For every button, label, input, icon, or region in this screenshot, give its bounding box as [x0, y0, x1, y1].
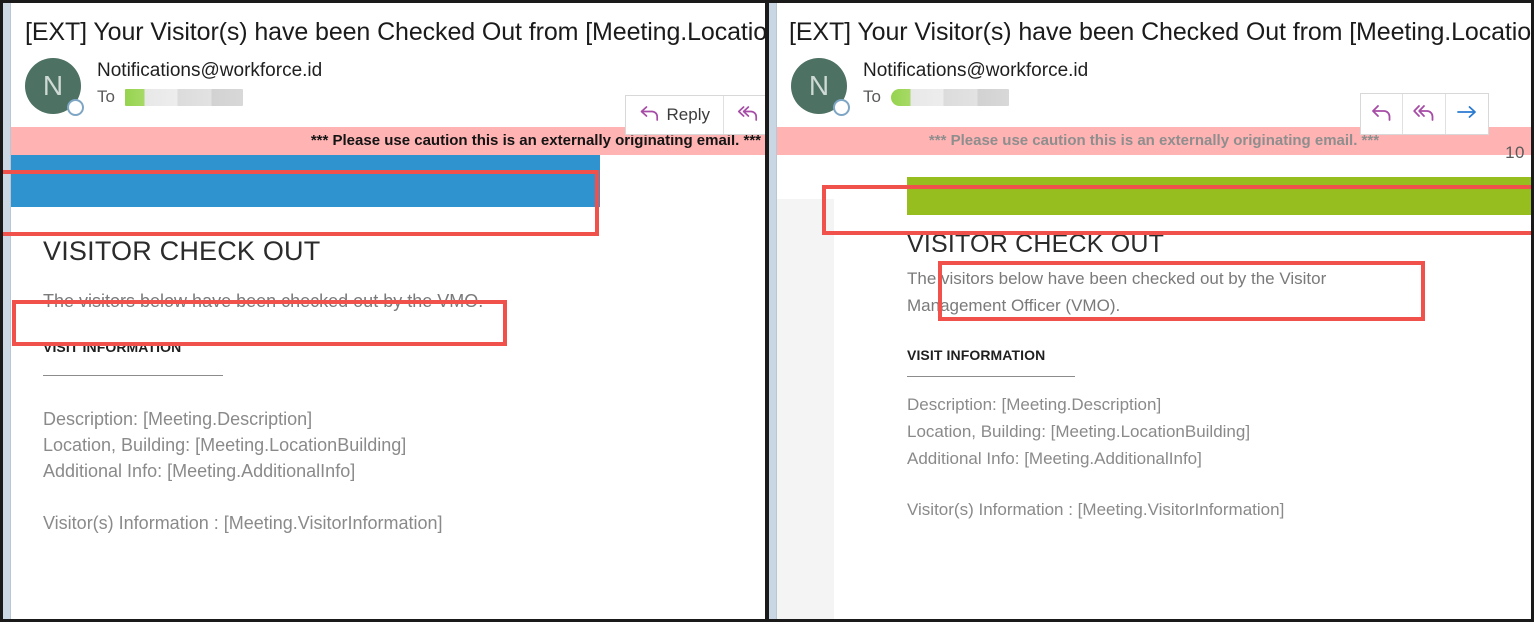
reply-icon [639, 104, 660, 127]
email-subject: [EXT] Your Visitor(s) have been Checked … [25, 18, 765, 46]
scrollbar-right[interactable] [769, 3, 777, 619]
field-location-building: Location, Building: [Meeting.LocationBui… [907, 422, 1251, 441]
section-title-visit-information: VISIT INFORMATION [43, 339, 182, 355]
sender-address[interactable]: Notifications@workforce.id [97, 59, 322, 83]
reply-icon [1370, 102, 1393, 127]
field-additional-info: Additional Info: [Meeting.AdditionalInfo… [43, 461, 356, 481]
reply-button-cluster [1360, 93, 1489, 135]
recipient-redacted-chip[interactable] [890, 88, 1009, 106]
presence-icon [833, 99, 850, 116]
lede-text: The visitors below have been checked out… [907, 269, 1327, 315]
field-description: Description: [Meeting.Description] [907, 395, 1162, 414]
reply-all-button[interactable] [724, 96, 765, 134]
email-content-left: VISITOR CHECK OUT The visitors below hav… [11, 207, 765, 536]
field-additional-info: Additional Info: [Meeting.AdditionalInfo… [907, 449, 1202, 468]
comparison-stage: [EXT] Your Visitor(s) have been Checked … [0, 0, 1534, 622]
to-label: To [863, 87, 881, 106]
visit-field-list: Description: [Meeting.Description] Locat… [907, 377, 1531, 472]
panel-inner-right: [EXT] Your Visitor(s) have been Checked … [777, 3, 1531, 619]
to-label: To [97, 87, 115, 106]
reply-all-button[interactable] [1403, 94, 1446, 134]
reply-all-icon [737, 104, 759, 127]
email-header-row: N Notifications@workforce.id To [777, 47, 1531, 162]
section-title-visit-information: VISIT INFORMATION [907, 347, 1046, 363]
email-body-right: VISITOR CHECK OUT The visitors below hav… [777, 177, 1531, 619]
visitor-information-line: Visitor(s) Information : [Meeting.Visito… [43, 513, 443, 533]
page-title: VISITOR CHECK OUT [907, 230, 1165, 258]
panel-inner-left: [EXT] Your Visitor(s) have been Checked … [11, 3, 765, 619]
forward-icon [1455, 102, 1479, 127]
reply-all-icon [1412, 102, 1436, 127]
sender-block: Notifications@workforce.id To [847, 57, 1088, 107]
visitor-information-line: Visitor(s) Information : [Meeting.Visito… [907, 500, 1285, 519]
email-timestamp: 10 [1505, 143, 1525, 162]
recipient-line: To [863, 87, 1088, 107]
brand-color-bar [907, 177, 1531, 215]
page-title: VISITOR CHECK OUT [43, 236, 321, 266]
avatar[interactable]: N [25, 58, 84, 116]
email-panel-left: [EXT] Your Visitor(s) have been Checked … [0, 0, 767, 622]
visit-field-list: Description: [Meeting.Description] Locat… [11, 376, 765, 484]
email-header-row: N Notifications@workforce.id To [11, 47, 765, 135]
field-description: Description: [Meeting.Description] [43, 409, 313, 429]
forward-button[interactable] [1446, 94, 1488, 134]
field-location-building: Location, Building: [Meeting.LocationBui… [43, 435, 407, 455]
reply-button-cluster: Reply [624, 95, 765, 135]
recipient-line: To [97, 87, 322, 107]
email-panel-right: [EXT] Your Visitor(s) have been Checked … [767, 0, 1534, 622]
email-content-right: VISITOR CHECK OUT The visitors below hav… [777, 177, 1531, 523]
sender-address[interactable]: Notifications@workforce.id [863, 59, 1088, 83]
presence-icon [67, 99, 84, 116]
scrollbar-left[interactable] [3, 3, 11, 619]
avatar[interactable]: N [791, 58, 850, 116]
lede-text: The visitors below have been checked out… [43, 291, 484, 311]
reply-button[interactable]: Reply [626, 96, 724, 134]
recipient-redacted-chip[interactable] [124, 88, 243, 106]
brand-color-bar [11, 155, 600, 207]
email-body-left: VISITOR CHECK OUT The visitors below hav… [11, 155, 765, 619]
reply-button[interactable] [1361, 94, 1403, 134]
reply-button-label: Reply [666, 105, 710, 124]
email-subject: [EXT] Your Visitor(s) have been Checked … [789, 18, 1531, 46]
sender-block: Notifications@workforce.id To [81, 57, 322, 107]
